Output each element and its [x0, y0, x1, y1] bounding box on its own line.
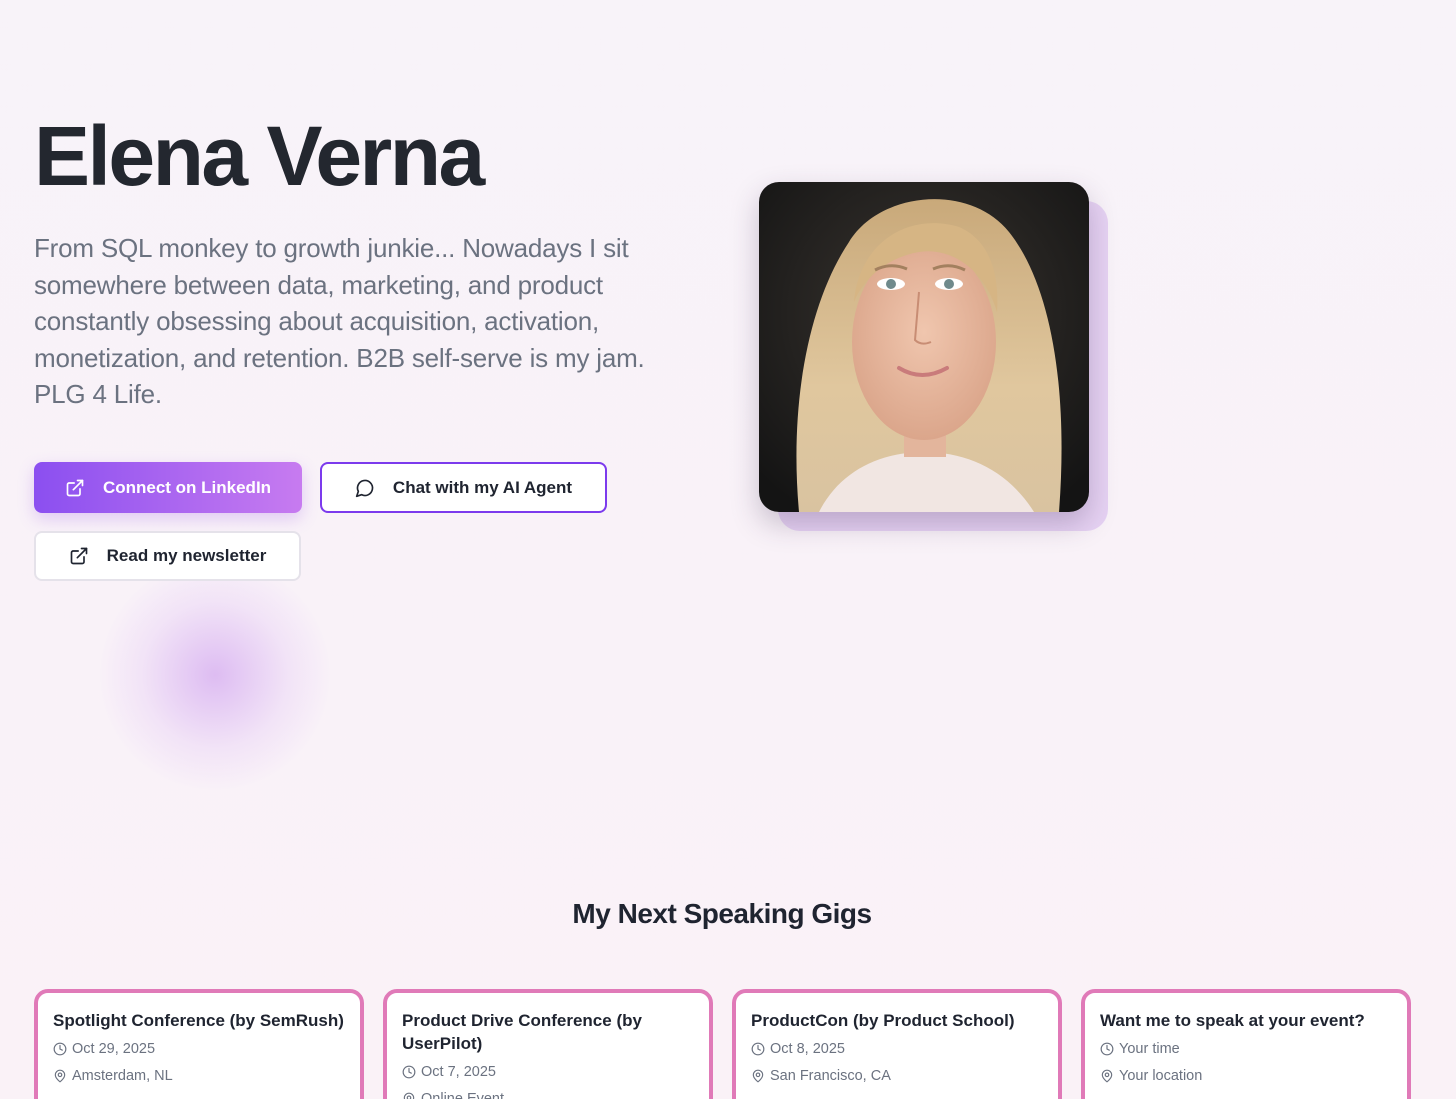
map-pin-icon: [1101, 1069, 1113, 1083]
gig-date: Oct 8, 2025: [751, 1039, 1043, 1059]
chat-ai-agent-label: Chat with my AI Agent: [392, 477, 573, 497]
gig-date-label: Oct 29, 2025: [72, 1041, 156, 1057]
gig-title: Product Drive Conference (by UserPilot): [402, 1011, 642, 1053]
gig-date: Oct 7, 2025: [402, 1062, 694, 1082]
speaking-gigs-title: My Next Speaking Gigs: [572, 898, 872, 929]
gig-location-label: Amsterdam, NL: [72, 1068, 173, 1084]
connect-linkedin-label: Connect on LinkedIn: [102, 477, 272, 497]
portrait-image: [759, 182, 1089, 512]
gig-location-label: Online Event: [421, 1091, 505, 1099]
external-link-icon: [70, 547, 87, 565]
external-link-icon: [66, 479, 84, 496]
chat-bubble-icon: [355, 479, 374, 497]
speak-invite-card[interactable]: Want me to speak at your event? Your tim…: [1081, 989, 1411, 1099]
page-title: Elena Verna: [34, 109, 485, 203]
connect-linkedin-button[interactable]: Connect on LinkedIn: [34, 462, 302, 513]
gig-date-label: Oct 7, 2025: [421, 1064, 496, 1080]
hero-section: Elena Verna From SQL monkey to growth ju…: [34, 110, 714, 413]
gig-location: Your location: [1100, 1066, 1392, 1086]
map-pin-icon: [403, 1092, 415, 1099]
gig-date-label: Your time: [1119, 1041, 1180, 1057]
gig-location: San Francisco, CA: [751, 1066, 1043, 1086]
clock-icon: [751, 1042, 765, 1056]
gig-card[interactable]: ProductCon (by Product School) Oct 8, 20…: [732, 989, 1062, 1099]
clock-icon: [1100, 1042, 1114, 1056]
profile-photo: [759, 182, 1089, 512]
gig-title: Want me to speak at your event?: [1100, 1011, 1365, 1030]
map-pin-icon: [752, 1069, 764, 1083]
gig-location: Amsterdam, NL: [53, 1066, 345, 1086]
chat-ai-agent-button[interactable]: Chat with my AI Agent: [320, 462, 607, 513]
clock-icon: [402, 1065, 416, 1079]
gig-title: Spotlight Conference (by SemRush): [53, 1011, 344, 1030]
bio-text: From SQL monkey to growth junkie... Nowa…: [34, 233, 645, 410]
gig-date: Your time: [1100, 1039, 1392, 1059]
gig-location-label: San Francisco, CA: [770, 1068, 891, 1084]
read-newsletter-button[interactable]: Read my newsletter: [34, 531, 301, 581]
gig-card[interactable]: Product Drive Conference (by UserPilot) …: [383, 989, 713, 1099]
map-pin-icon: [54, 1069, 66, 1083]
gig-card[interactable]: Spotlight Conference (by SemRush) Oct 29…: [34, 989, 364, 1099]
gig-date-label: Oct 8, 2025: [770, 1041, 845, 1057]
read-newsletter-label: Read my newsletter: [106, 546, 267, 565]
gig-title: ProductCon (by Product School): [751, 1011, 1015, 1030]
gig-date: Oct 29, 2025: [53, 1039, 345, 1059]
decorative-glow: [100, 560, 330, 790]
gig-location: Online Event: [402, 1089, 694, 1099]
gig-location-label: Your location: [1119, 1068, 1203, 1084]
clock-icon: [53, 1042, 67, 1056]
